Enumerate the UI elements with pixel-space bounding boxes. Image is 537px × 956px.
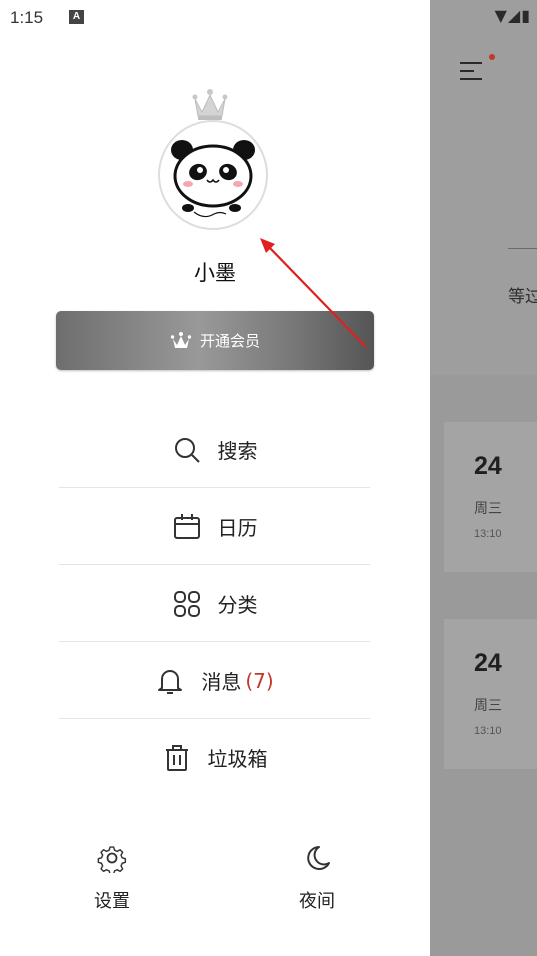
note-weekday: 周三 — [474, 501, 502, 517]
vip-button-label: 开通会员 — [199, 332, 260, 350]
username: 小墨 — [194, 261, 236, 285]
menu-item-trash[interactable]: 垃圾箱 — [59, 719, 370, 796]
side-drawer: 1:15 A 小墨 开通会员 搜索 日历 分类 消息 (7) 垃圾箱 设置 夜间 — [0, 0, 430, 956]
panda-avatar-image — [161, 123, 265, 227]
category-icon — [172, 589, 202, 619]
menu-icon[interactable] — [460, 54, 495, 84]
menu-item-label: 消息 — [201, 670, 242, 694]
note-day: 24 — [474, 452, 502, 480]
notification-dot — [489, 54, 495, 60]
trash-icon — [162, 743, 192, 773]
settings-label: 设置 — [94, 891, 130, 912]
note-time: 13:10 — [474, 528, 502, 540]
note-card[interactable]: 24 周三 13:10 — [444, 422, 537, 572]
menu-item-label: 日历 — [217, 516, 258, 540]
vip-crown-icon — [170, 331, 192, 348]
night-mode-button[interactable]: 夜间 — [287, 843, 347, 913]
moon-icon — [307, 846, 330, 870]
status-time: 1:15 — [10, 8, 44, 27]
menu-item-category[interactable]: 分类 — [59, 565, 370, 642]
night-mode-label: 夜间 — [299, 891, 335, 912]
menu-item-label: 垃圾箱 — [207, 747, 268, 771]
note-card[interactable]: 24 周三 13:10 — [444, 619, 537, 769]
header-partial-text: 等过 — [508, 287, 537, 307]
status-notification-icon: A — [69, 10, 84, 24]
note-time: 13:10 — [474, 725, 502, 737]
note-weekday: 周三 — [474, 698, 502, 714]
header-divider — [508, 248, 537, 249]
note-day: 24 — [474, 649, 502, 677]
vip-button[interactable]: 开通会员 — [56, 311, 374, 370]
menu-item-label: 搜索 — [217, 439, 258, 463]
menu-item-messages[interactable]: 消息 (7) — [59, 642, 370, 719]
message-count-badge: (7) — [245, 668, 274, 693]
avatar[interactable] — [158, 120, 268, 230]
calendar-icon — [172, 512, 202, 542]
status-icons: ▼◢▮ — [494, 6, 531, 25]
gear-icon — [97, 846, 127, 875]
menu-item-label: 分类 — [217, 593, 258, 617]
bell-icon — [155, 666, 185, 696]
crown-icon — [192, 89, 228, 120]
search-icon — [172, 435, 202, 465]
settings-button[interactable]: 设置 — [82, 843, 142, 913]
menu-item-search[interactable]: 搜索 — [59, 411, 370, 488]
menu-item-calendar[interactable]: 日历 — [59, 488, 370, 565]
